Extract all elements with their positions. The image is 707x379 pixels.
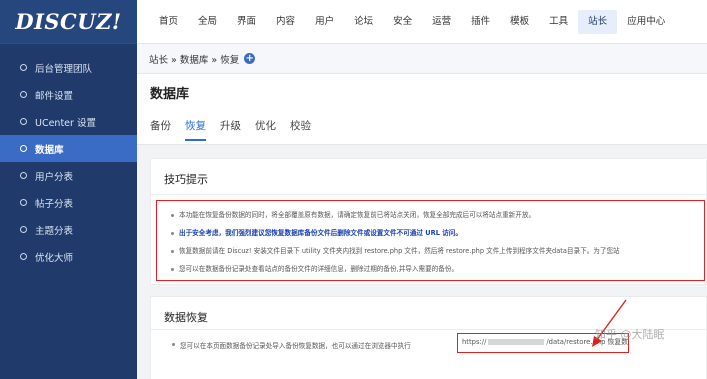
sidebar-item-user-tables[interactable]: 用户分表 (0, 162, 137, 189)
tip-item: 本功能在恢复备份数据的同时，将全部覆盖原有数据，请确定恢复前已将站点关闭，恢复全… (171, 206, 704, 224)
tab-upgrade[interactable]: 升级 (220, 118, 241, 141)
tab-optimize[interactable]: 优化 (255, 118, 276, 141)
sidebar-item-database[interactable]: 数据库 (0, 135, 137, 162)
tips-panel: 技巧提示 本功能在恢复备份数据的同时，将全部覆盖原有数据，请确定恢复前已将站点关… (150, 158, 707, 285)
circle-bullet-icon (20, 226, 27, 233)
tab-verify[interactable]: 校验 (290, 118, 311, 141)
tips-panel-title: 技巧提示 (164, 173, 208, 186)
tip-item-security: 出于安全考虑，我们强烈建议您恢复数据库备份文件后删除文件或设置文件不可通过 UR… (171, 224, 704, 242)
topnav-item-interface[interactable]: 界面 (227, 10, 266, 34)
topnav-item-site-admin[interactable]: 站长 (578, 9, 618, 34)
top-nav: 首页 全局 界面 内容 用户 论坛 安全 运营 插件 模板 工具 站长 应用中心 (137, 0, 707, 44)
topnav-item-content[interactable]: 内容 (266, 10, 305, 34)
circle-bullet-icon (20, 145, 27, 152)
sidebar-item-post-tables[interactable]: 帖子分表 (0, 189, 137, 216)
circle-bullet-icon (20, 118, 27, 125)
sidebar-item-mail-settings[interactable]: 邮件设置 (0, 81, 137, 108)
topnav-item-plugins[interactable]: 插件 (461, 10, 500, 34)
breadcrumb-text[interactable]: 站长 » 数据库 » 恢复 (149, 52, 239, 66)
circle-bullet-icon (20, 172, 27, 179)
restore-instructions: 您可以在本页面数据备份记录处导入备份恢复数据，也可以通过在浏览器中执行 (172, 340, 411, 350)
topnav-item-forum[interactable]: 论坛 (344, 10, 383, 34)
tab-bar: 备份 恢复 升级 优化 校验 (150, 118, 325, 141)
circle-bullet-icon (20, 91, 27, 98)
topnav-item-tools[interactable]: 工具 (539, 10, 578, 34)
redacted-domain (488, 339, 545, 345)
circle-bullet-icon (20, 199, 27, 206)
topnav-item-templates[interactable]: 模板 (500, 10, 539, 34)
annotation-arrow-icon (592, 299, 627, 347)
tab-backup[interactable]: 备份 (150, 118, 171, 141)
breadcrumb: 站长 » 数据库 » 恢复 + (137, 44, 707, 74)
tab-restore[interactable]: 恢复 (185, 118, 206, 141)
discuz-logo[interactable]: DISCUZ! (0, 0, 137, 44)
sidebar-item-ucenter-settings[interactable]: UCenter 设置 (0, 108, 137, 135)
sidebar: DISCUZ! 后台管理团队 邮件设置 UCenter 设置 数据库 用户分表 … (0, 0, 137, 379)
tip-item: 恢复数据前请在 Discuz! 安装文件目录下 utility 文件夹内找到 r… (171, 242, 704, 260)
sidebar-item-optimizer[interactable]: 优化大师 (0, 243, 137, 270)
topnav-item-users[interactable]: 用户 (305, 10, 344, 34)
tips-highlight-box: 本功能在恢复备份数据的同时，将全部覆盖原有数据，请确定恢复前已将站点关闭，恢复全… (156, 200, 705, 281)
topnav-item-global[interactable]: 全局 (188, 10, 227, 34)
sidebar-item-thread-tables[interactable]: 主题分表 (0, 216, 137, 243)
page-title: 数据库 (150, 87, 190, 102)
circle-bullet-icon (20, 64, 27, 71)
topnav-item-security[interactable]: 安全 (383, 10, 422, 34)
restore-panel-title: 数据恢复 (164, 311, 208, 324)
panel-divider (151, 194, 706, 195)
sidebar-item-admin-team[interactable]: 后台管理团队 (0, 54, 137, 81)
sidebar-menu: 后台管理团队 邮件设置 UCenter 设置 数据库 用户分表 帖子分表 主题分… (0, 54, 137, 270)
watermark: 知乎 @大陆眠 (595, 328, 665, 341)
topnav-item-home[interactable]: 首页 (149, 10, 188, 34)
topnav-item-app-center[interactable]: 应用中心 (617, 10, 675, 34)
topnav-item-operations[interactable]: 运营 (422, 10, 461, 34)
tip-item: 您可以在数据备份记录处查看站点的备份文件的详细信息，删除过期的备份,并导入需要的… (171, 260, 704, 278)
add-shortcut-icon[interactable]: + (244, 53, 256, 64)
circle-bullet-icon (20, 253, 27, 260)
